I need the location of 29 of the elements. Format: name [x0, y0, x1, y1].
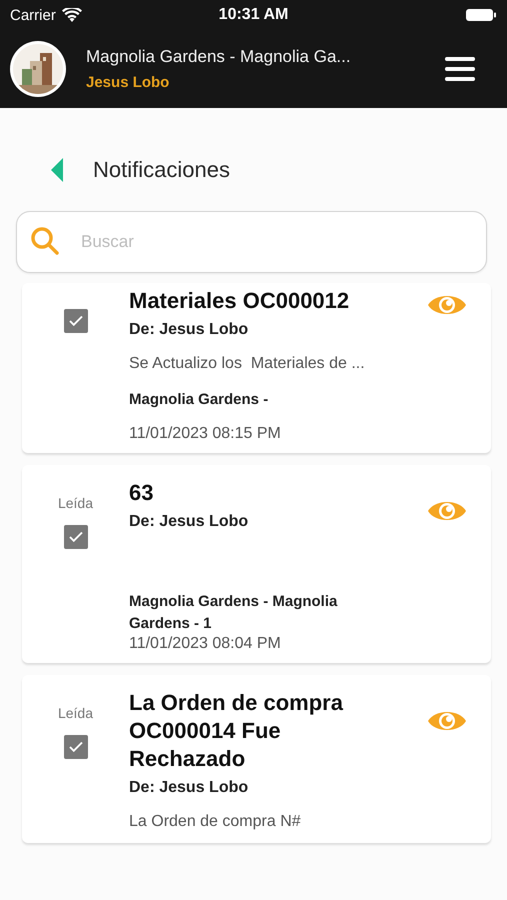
battery-icon [465, 8, 497, 22]
notification-title: 63 [129, 479, 154, 507]
header-title: Magnolia Gardens - Magnolia Ga... [86, 47, 352, 67]
sender-label: De: Jesus Lobo [129, 779, 250, 797]
checkbox[interactable] [64, 309, 88, 333]
checkbox[interactable] [64, 525, 88, 549]
date-label: 11/01/2023 08:15 PM [129, 425, 282, 443]
read-label: Leída [58, 495, 94, 511]
carrier-label: Carrier [10, 6, 56, 24]
checkbox[interactable] [64, 735, 88, 759]
read-label: Leída [58, 705, 94, 721]
user-name: Jesus Lobo [86, 74, 170, 91]
project-name: Magnolia Gardens - [129, 390, 270, 410]
notification-card[interactable]: Leída La Orden de compra OC000014 Fue Rechazado De: Jesus Lobo La Orden de compra N# [22, 675, 491, 843]
date-label: 11/01/2023 08:04 PM [129, 635, 282, 653]
search-field[interactable]: Buscar [16, 211, 487, 273]
notification-card[interactable]: Materiales OC000012 De: Jesus Lobo Se Actualizo los Materiales de ... Magnolia Gardens - 11/01/2023 08:15 PM [22, 283, 491, 453]
sender-label: De: Jesus Lobo [129, 321, 250, 339]
sender-label: De: Jesus Lobo [129, 513, 250, 531]
wifi-icon [62, 8, 82, 22]
page-title: Notificaciones [93, 157, 230, 183]
message-preview: La Orden de compra N# [129, 812, 302, 832]
message-preview: Se Actualizo los Materiales de ... [129, 354, 366, 374]
notification-card[interactable]: Leída 63 De: Jesus Lobo Magnolia Gardens - Magnolia Gardens - 1 11/01/2023 08:04 PM [22, 465, 491, 663]
status-time: 10:31 AM [218, 6, 288, 24]
notification-title: Materiales OC000012 [129, 287, 350, 315]
project-name: Magnolia Gardens - Magnolia Gardens - 1 [129, 592, 338, 634]
notification-title: La Orden de compra OC000014 Fue Rechazado [129, 689, 344, 773]
back-button[interactable] [51, 158, 63, 182]
